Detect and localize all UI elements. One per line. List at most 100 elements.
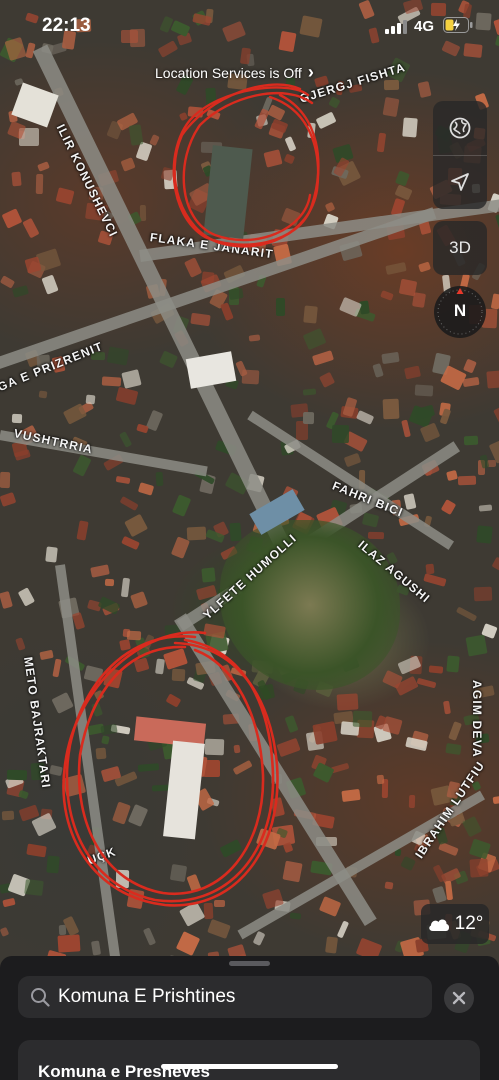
map-roof bbox=[127, 804, 149, 828]
map-roof bbox=[248, 333, 261, 342]
map-roof bbox=[380, 289, 394, 301]
map-roof bbox=[106, 346, 130, 366]
map-roof bbox=[367, 531, 384, 539]
map-roof bbox=[75, 520, 89, 542]
map-roof bbox=[312, 721, 338, 745]
compass-button[interactable]: N bbox=[434, 286, 486, 338]
map-roof bbox=[318, 895, 342, 917]
map-roof bbox=[0, 471, 11, 489]
map-roof bbox=[479, 503, 493, 512]
map-roof bbox=[137, 763, 160, 773]
map-roof bbox=[475, 525, 493, 544]
map-controls-group bbox=[433, 101, 487, 209]
temperature-label: 12° bbox=[454, 913, 484, 934]
location-services-banner[interactable]: Location Services is Off › bbox=[155, 62, 314, 83]
map-roof bbox=[184, 257, 203, 278]
map-roof bbox=[384, 881, 393, 890]
sheet-grabber-handle[interactable] bbox=[229, 961, 270, 966]
map-roof bbox=[289, 912, 302, 921]
map-roof bbox=[55, 187, 75, 206]
map-roof bbox=[445, 880, 454, 900]
map-roof bbox=[186, 527, 206, 541]
map-roof bbox=[72, 611, 86, 630]
map-roof bbox=[204, 738, 225, 756]
map-roof bbox=[241, 369, 259, 385]
map-roof bbox=[6, 769, 28, 780]
map-roof bbox=[186, 873, 202, 893]
map-roof bbox=[38, 649, 53, 660]
map-roof bbox=[355, 410, 375, 426]
map-roof bbox=[444, 743, 462, 755]
map-roof bbox=[101, 735, 110, 745]
map-roof bbox=[383, 79, 400, 90]
map-roof bbox=[2, 897, 17, 908]
search-icon bbox=[31, 988, 50, 1007]
map-roof bbox=[382, 96, 399, 117]
weather-badge[interactable]: 12° bbox=[421, 904, 489, 944]
3d-view-button[interactable]: 3D bbox=[433, 221, 487, 275]
map-roof bbox=[1, 208, 22, 229]
map-roof bbox=[485, 370, 499, 389]
map-roof bbox=[123, 513, 148, 537]
map-roof bbox=[37, 160, 51, 172]
map-roof bbox=[219, 839, 242, 859]
network-type-label: 4G bbox=[414, 18, 435, 35]
map-roof bbox=[343, 452, 362, 468]
map-roof bbox=[187, 106, 204, 119]
map-roof bbox=[490, 293, 499, 311]
map-roof bbox=[119, 430, 133, 447]
map-roof bbox=[495, 211, 499, 231]
map-roof bbox=[83, 665, 104, 684]
map-roof bbox=[126, 889, 145, 910]
search-field[interactable]: Komuna E Prishtines bbox=[18, 976, 432, 1018]
map-roof bbox=[120, 577, 130, 597]
map-roof bbox=[362, 512, 380, 528]
map-roof bbox=[473, 586, 492, 602]
map-roof bbox=[399, 855, 416, 872]
map-roof bbox=[45, 546, 58, 563]
map-roof bbox=[89, 564, 110, 579]
status-bar: 22:13 4G bbox=[0, 0, 499, 52]
map-roof bbox=[230, 666, 247, 677]
clear-search-button[interactable] bbox=[444, 983, 474, 1013]
current-location-button[interactable] bbox=[433, 155, 487, 209]
map-roof bbox=[142, 927, 157, 946]
map-roof bbox=[469, 858, 489, 878]
close-icon bbox=[452, 991, 466, 1005]
cellular-signal-icon bbox=[385, 20, 407, 34]
map-roof bbox=[127, 630, 142, 641]
map-roof bbox=[341, 789, 361, 803]
map-roof bbox=[385, 261, 408, 275]
map-roof bbox=[35, 173, 44, 194]
map-roof bbox=[448, 721, 463, 742]
map-roof bbox=[93, 689, 105, 701]
map-roof bbox=[419, 422, 441, 443]
map-roof bbox=[178, 111, 188, 121]
map-roof bbox=[302, 388, 317, 396]
map-roof bbox=[148, 134, 160, 146]
map-roof bbox=[95, 747, 107, 760]
map-roof bbox=[162, 648, 188, 671]
map-roof bbox=[101, 376, 122, 387]
home-indicator[interactable] bbox=[161, 1064, 338, 1069]
map-roof bbox=[359, 300, 371, 315]
map-roof bbox=[302, 327, 327, 350]
search-query-text[interactable]: Komuna E Prishtines bbox=[58, 986, 235, 1008]
map-roof bbox=[11, 171, 22, 186]
map-roof bbox=[461, 815, 483, 837]
map-roof bbox=[315, 111, 337, 130]
map-roof bbox=[284, 136, 296, 152]
map-roof bbox=[165, 693, 182, 708]
map-roof bbox=[492, 794, 499, 805]
map-roof bbox=[252, 930, 266, 947]
map-roof bbox=[296, 421, 309, 441]
map-roof bbox=[171, 668, 185, 682]
map-roof bbox=[442, 700, 451, 715]
map-mode-button[interactable] bbox=[433, 101, 487, 155]
map-roof bbox=[372, 362, 384, 378]
map-roof bbox=[336, 693, 359, 711]
search-result-item[interactable]: Komuna e Preshevës bbox=[18, 1040, 480, 1080]
map-roof bbox=[423, 573, 447, 587]
map-roof bbox=[228, 288, 244, 301]
map-roof bbox=[465, 634, 489, 657]
